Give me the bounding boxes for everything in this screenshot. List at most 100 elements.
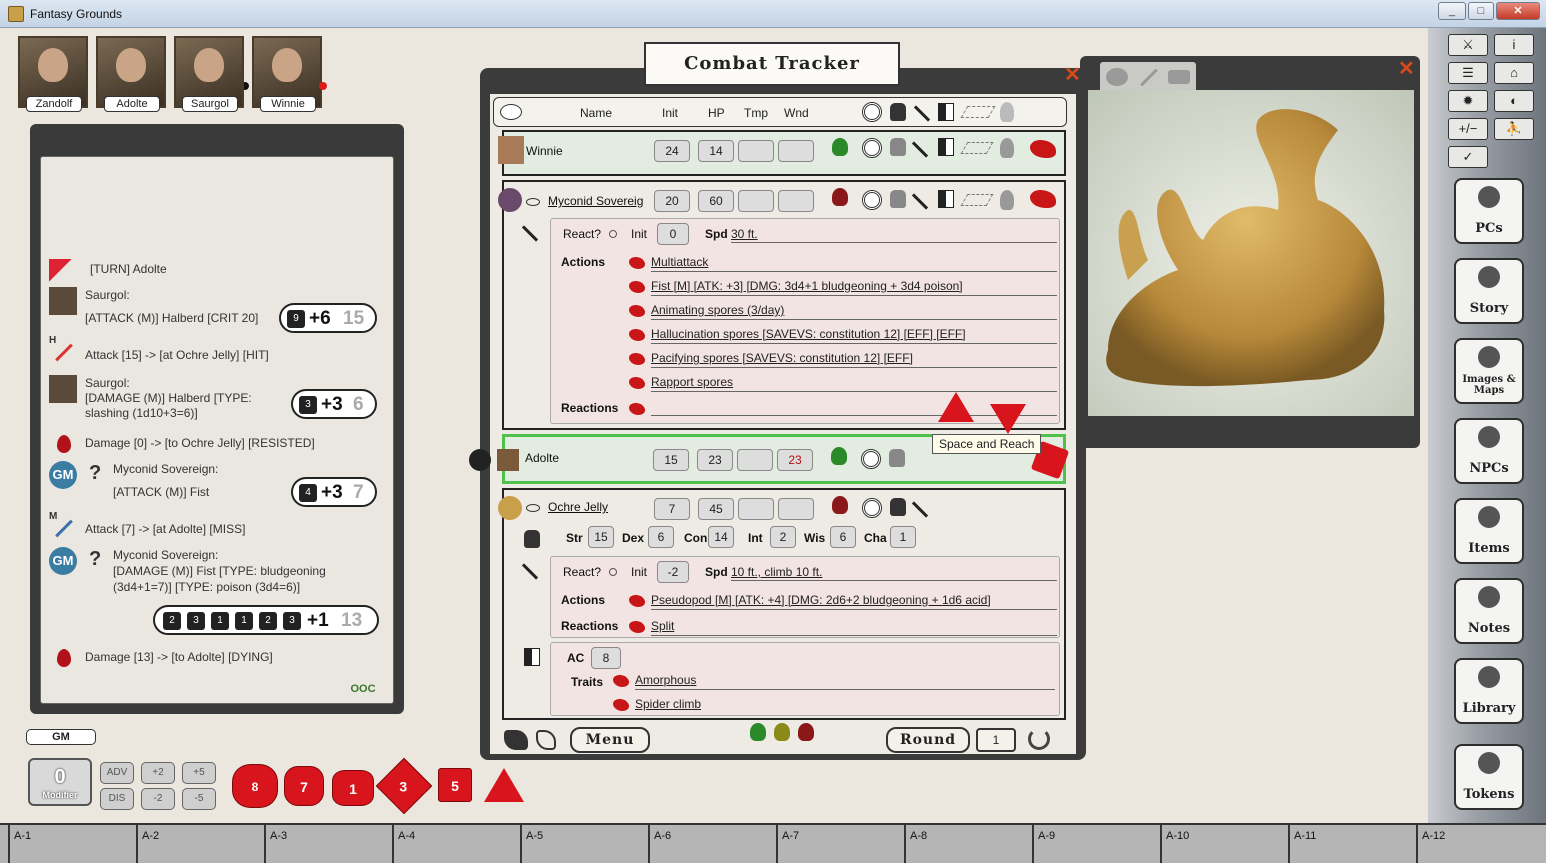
hotkey-slot[interactable]: A-6 <box>648 825 776 863</box>
character-tool-button[interactable]: ⛹ <box>1494 118 1534 140</box>
sidebar-story[interactable]: Story <box>1454 258 1524 324</box>
tmp-field[interactable] <box>738 190 774 212</box>
action-item[interactable]: Fist [M] [ATK: +3] [DMG: 3d4+1 bludgeoni… <box>651 279 963 293</box>
tmp-field[interactable] <box>738 498 774 520</box>
trait-item[interactable]: Amorphous <box>635 673 696 687</box>
close-icon[interactable]: ✕ <box>1398 56 1415 81</box>
sword-icon[interactable] <box>913 105 931 122</box>
reaction-icon[interactable] <box>629 403 645 415</box>
eye-icon[interactable] <box>526 198 540 206</box>
d20-die[interactable]: 8 <box>232 764 278 808</box>
fist-icon[interactable] <box>890 138 906 156</box>
dis-button[interactable]: DIS <box>100 788 134 810</box>
hotkey-slot[interactable]: A-11 <box>1288 825 1416 863</box>
eye-icon[interactable] <box>500 104 522 120</box>
d10-die[interactable]: 1 <box>332 770 374 806</box>
health-red-icon[interactable] <box>798 723 814 741</box>
eraser-icon[interactable] <box>1168 70 1190 84</box>
effects-icon[interactable] <box>1000 102 1014 122</box>
hotkey-slot[interactable]: A-3 <box>264 825 392 863</box>
health-green-icon[interactable] <box>750 723 766 741</box>
space-icon[interactable] <box>960 142 994 154</box>
wnd-field[interactable] <box>778 140 814 162</box>
action-item[interactable]: Hallucination spores [SAVEVS: constituti… <box>651 327 966 341</box>
ooc-button[interactable]: OOC <box>340 676 386 702</box>
trait-icon[interactable] <box>613 699 629 711</box>
targeting-icon[interactable] <box>862 190 882 210</box>
action-item[interactable]: Animating spores (3/day) <box>651 303 784 317</box>
tmp-field[interactable] <box>737 449 773 471</box>
wnd-field[interactable]: 23 <box>777 449 813 471</box>
hotkey-slot[interactable]: A-12 <box>1416 825 1538 863</box>
sidebar-npcs[interactable]: NPCs <box>1454 418 1524 484</box>
sidebar-notes[interactable]: Notes <box>1454 578 1524 644</box>
fist-icon[interactable] <box>890 190 906 208</box>
trait-icon[interactable] <box>613 675 629 687</box>
sidebar-images-maps[interactable]: Images & Maps <box>1454 338 1524 404</box>
combatant-name[interactable]: Myconid Sovereig <box>548 194 643 208</box>
palette-tool-button[interactable]: ◐ <box>1494 90 1534 112</box>
speed-value[interactable]: 30 ft. <box>731 227 758 241</box>
fist-icon[interactable] <box>890 103 906 121</box>
menu-button[interactable]: Menu <box>570 727 650 753</box>
sword-icon[interactable] <box>911 193 929 210</box>
chat-log[interactable]: [TURN] Adolte Saurgol: [ATTACK (M)] Halb… <box>40 156 394 704</box>
map-tool-button[interactable]: ⌂ <box>1494 62 1534 84</box>
close-icon[interactable]: ✕ <box>1064 62 1081 87</box>
sidebar-pcs[interactable]: PCs <box>1454 178 1524 244</box>
init-field[interactable]: 7 <box>654 498 690 520</box>
space-icon[interactable] <box>960 106 996 118</box>
targeting-icon[interactable] <box>861 449 881 469</box>
maximize-button[interactable]: □ <box>1468 2 1494 20</box>
action-icon[interactable] <box>629 595 645 607</box>
stat-wis[interactable]: 6 <box>830 526 856 548</box>
sidebar-library[interactable]: Library <box>1454 658 1524 724</box>
close-button[interactable]: ✕ <box>1496 2 1540 20</box>
round-counter[interactable]: 1 <box>976 728 1016 752</box>
modifier-tool-button[interactable]: +/− <box>1448 118 1488 140</box>
list-tool-button[interactable]: ☰ <box>1448 62 1488 84</box>
effects-icon[interactable] <box>1000 190 1014 210</box>
faction-icon[interactable] <box>1030 140 1056 158</box>
combat-tracker-title[interactable]: Combat Tracker <box>644 42 900 86</box>
hotkey-slot[interactable]: A-4 <box>392 825 520 863</box>
fist-icon[interactable] <box>890 498 906 516</box>
ct-row-winnie[interactable]: Winnie 24 14 <box>498 130 1066 176</box>
hotkey-slot[interactable]: A-5 <box>520 825 648 863</box>
init-field[interactable]: 0 <box>657 223 689 245</box>
hotkey-slot[interactable]: A-9 <box>1032 825 1160 863</box>
sword-icon[interactable] <box>911 141 929 158</box>
action-item[interactable]: Pacifying spores [SAVEVS: constitution 1… <box>651 351 913 365</box>
hp-field[interactable]: 14 <box>698 140 734 162</box>
stat-str[interactable]: 15 <box>588 526 614 548</box>
action-icon[interactable] <box>629 377 645 389</box>
sidebar-items[interactable]: Items <box>1454 498 1524 564</box>
action-icon[interactable] <box>629 329 645 341</box>
action-item[interactable]: Multiattack <box>651 255 708 269</box>
portrait-zandolf[interactable]: Zandolf <box>18 36 88 112</box>
effects-icon[interactable] <box>1000 138 1014 158</box>
hotkey-slot[interactable]: A-10 <box>1160 825 1288 863</box>
defense-icon[interactable] <box>938 103 954 121</box>
action-icon[interactable] <box>629 257 645 269</box>
minimize-button[interactable]: _ <box>1438 2 1466 20</box>
d4-die[interactable] <box>484 768 524 802</box>
init-field[interactable]: 15 <box>653 449 689 471</box>
targeting-icon[interactable] <box>862 102 882 122</box>
sword-icon[interactable] <box>911 501 929 518</box>
adv-button[interactable]: ADV <box>100 762 134 784</box>
tmp-field[interactable] <box>738 140 774 162</box>
action-icon[interactable] <box>629 305 645 317</box>
plus5-button[interactable]: +5 <box>182 762 216 784</box>
wnd-field[interactable] <box>778 498 814 520</box>
init-field[interactable]: 24 <box>654 140 690 162</box>
speed-value[interactable]: 10 ft., climb 10 ft. <box>731 565 822 579</box>
pencil-icon[interactable] <box>1140 68 1158 87</box>
targeting-icon[interactable] <box>862 138 882 158</box>
portrait-adolte[interactable]: Adolte <box>96 36 166 112</box>
next-turn-icon[interactable] <box>1028 728 1050 750</box>
wnd-field[interactable] <box>778 190 814 212</box>
ac-field[interactable]: 8 <box>591 647 621 669</box>
minus5-button[interactable]: -5 <box>182 788 216 810</box>
d12-die[interactable]: 7 <box>284 766 324 806</box>
